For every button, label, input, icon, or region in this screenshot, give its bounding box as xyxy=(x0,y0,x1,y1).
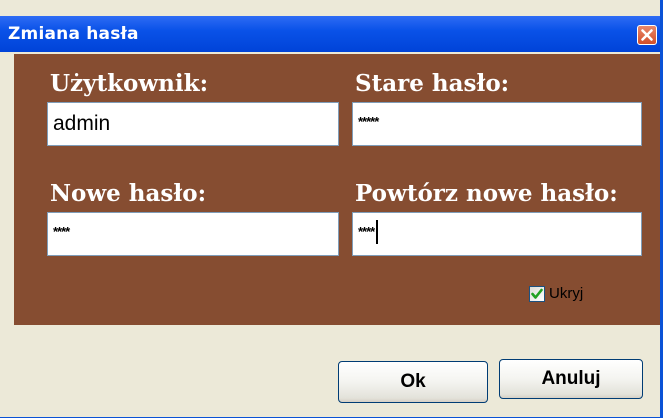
repeat-password-label: Powtórz nowe hasło: xyxy=(355,180,618,207)
text-cursor xyxy=(376,220,379,244)
close-button[interactable] xyxy=(637,25,657,45)
old-password-label: Stare hasło: xyxy=(355,70,510,97)
old-password-input[interactable]: ***** xyxy=(352,102,642,146)
password-change-dialog: Zmiana hasła Użytkownik: admin Stare has… xyxy=(0,0,663,418)
ok-button[interactable]: Ok xyxy=(338,361,488,403)
user-input-value: admin xyxy=(53,112,111,135)
hide-checkbox-label: Ukryj xyxy=(549,285,584,302)
cancel-button[interactable]: Anuluj xyxy=(499,359,643,399)
new-password-input[interactable]: **** xyxy=(47,212,339,256)
old-password-mask: ***** xyxy=(358,114,379,129)
repeat-password-input[interactable]: **** xyxy=(352,212,642,256)
hide-checkbox[interactable] xyxy=(529,285,545,302)
title-bar[interactable]: Zmiana hasła xyxy=(0,16,660,52)
new-password-mask: **** xyxy=(53,224,70,239)
window-title: Zmiana hasła xyxy=(8,24,139,44)
user-label: Użytkownik: xyxy=(50,70,209,97)
user-input[interactable]: admin xyxy=(47,102,339,146)
checkmark-icon xyxy=(531,288,543,299)
close-icon xyxy=(641,29,653,41)
repeat-password-mask: **** xyxy=(358,224,375,239)
hide-password-toggle[interactable]: Ukryj xyxy=(529,285,583,302)
new-password-label: Nowe hasło: xyxy=(50,180,207,207)
